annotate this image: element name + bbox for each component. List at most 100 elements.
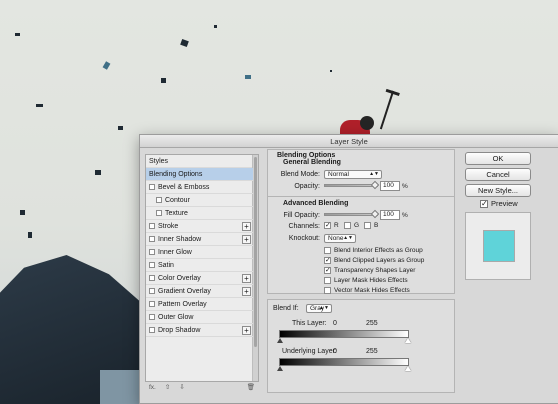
style-item-bevel-emboss[interactable]: Bevel & Emboss [146,181,253,194]
move-down-icon[interactable]: ⇩ [179,383,184,391]
checkbox-box[interactable] [344,222,351,229]
underlying-layer-white-slider[interactable] [405,366,411,371]
checkbox-box[interactable] [364,222,371,229]
style-checkbox[interactable] [156,210,162,216]
style-item-label: Drop Shadow [158,326,201,334]
rock-debris [102,61,111,70]
channel-b-checkbox[interactable]: B [364,222,378,229]
fill-opacity-label: Fill Opacity: [283,212,320,219]
cancel-button[interactable]: Cancel [465,168,531,181]
chevron-down-icon: ▲▼ [319,305,329,311]
new-style-button[interactable]: New Style... [465,184,531,197]
style-item-label: Inner Shadow [158,235,202,243]
fx-icon[interactable]: fx. [149,384,156,391]
add-instance-icon[interactable]: + [242,287,251,296]
option-label: Vector Mask Hides Effects [334,287,410,294]
preview-label: Preview [491,199,518,208]
this-layer-white-slider[interactable] [405,338,411,343]
scrollbar-thumb[interactable] [254,157,257,347]
preview-checkbox-row[interactable]: ✓ Preview [480,199,518,208]
underlying-layer-black-slider[interactable] [277,366,283,371]
advanced-blending-group: Advanced Blending Fill Opacity: 100 % Ch… [267,196,455,294]
style-checkbox[interactable] [149,288,155,294]
checkbox-box[interactable]: ✓ [324,222,331,229]
style-item-label: Bevel & Emboss [158,183,210,191]
preview-checkbox[interactable]: ✓ [480,199,488,208]
add-instance-icon[interactable]: + [242,235,251,244]
style-checkbox[interactable] [149,262,155,268]
this-layer-min: 0 [333,320,337,327]
fill-opacity-slider-handle[interactable] [370,209,380,219]
channel-g-checkbox[interactable]: G [344,222,359,229]
underlying-layer-max: 255 [366,348,378,355]
rock-debris [330,70,332,72]
option-label: Layer Mask Hides Effects [334,277,408,284]
style-item-inner-glow[interactable]: Inner Glow [146,246,253,259]
option-blend-clipped-layers-as-group-checkbox[interactable]: ✓ Blend Clipped Layers as Group [324,257,424,264]
fill-opacity-input[interactable]: 100 [380,210,400,220]
option-transparency-shapes-layer-checkbox[interactable]: ✓ Transparency Shapes Layer [324,267,415,274]
style-item-pattern-overlay[interactable]: Pattern Overlay [146,298,253,311]
style-checkbox[interactable] [149,249,155,255]
style-item-outer-glow[interactable]: Outer Glow [146,311,253,324]
general-blending-group: Blending Options General Blending Blend … [267,149,455,197]
style-checkbox[interactable] [149,236,155,242]
style-item-texture[interactable]: Texture [146,207,253,220]
style-item-drop-shadow[interactable]: Drop Shadow + [146,324,253,337]
blend-if-group: Blend If: Gray ▲▼ This Layer: 0 255 Under… [267,299,455,393]
rock-debris [214,25,217,28]
styles-header[interactable]: Styles [146,155,253,168]
underlying-layer-gradient [279,358,409,366]
checkbox-box[interactable] [324,247,331,254]
rock-debris [36,104,43,107]
styles-footer: fx. ⇧ ⇩ 🗑 [145,382,259,392]
style-item-color-overlay[interactable]: Color Overlay + [146,272,253,285]
add-instance-icon[interactable]: + [242,274,251,283]
ok-button[interactable]: OK [465,152,531,165]
trash-icon[interactable]: 🗑 [247,383,255,391]
this-layer-black-slider[interactable] [277,338,283,343]
rock-debris [95,170,101,175]
general-blending-title: General Blending [283,159,341,166]
dialog-title: Layer Style [140,135,558,148]
blend-mode-select[interactable]: Normal ▲▼ [324,170,382,179]
style-checkbox[interactable] [149,314,155,320]
option-label: Blend Interior Effects as Group [334,247,423,254]
opacity-input[interactable]: 100 [380,181,400,191]
add-instance-icon[interactable]: + [242,326,251,335]
style-checkbox[interactable] [149,223,155,229]
channel-r-checkbox[interactable]: ✓ R [324,222,339,229]
style-checkbox[interactable] [156,197,162,203]
checkbox-box[interactable]: ✓ [324,267,331,274]
move-up-icon[interactable]: ⇧ [165,383,170,391]
style-checkbox[interactable] [149,327,155,333]
style-item-gradient-overlay[interactable]: Gradient Overlay + [146,285,253,298]
channel-label: G [354,222,360,229]
option-vector-mask-hides-effects-checkbox[interactable]: Vector Mask Hides Effects [324,287,410,294]
rock-debris [15,33,20,36]
opacity-slider-handle[interactable] [370,180,380,190]
style-checkbox[interactable] [149,184,155,190]
style-item-inner-shadow[interactable]: Inner Shadow + [146,233,253,246]
style-item-blending-options[interactable]: Blending Options [146,168,253,181]
style-checkbox[interactable] [149,275,155,281]
checkbox-box[interactable]: ✓ [324,257,331,264]
ice-axe [379,90,395,130]
add-instance-icon[interactable]: + [242,222,251,231]
rock-debris [28,232,32,238]
opacity-label: Opacity: [294,183,320,190]
knockout-select[interactable]: None ▲▼ [324,234,356,243]
style-item-satin[interactable]: Satin [146,259,253,272]
styles-list: Styles Blending Options Bevel & Emboss Con… [145,154,259,382]
option-blend-interior-effects-as-group-checkbox[interactable]: Blend Interior Effects as Group [324,247,423,254]
checkbox-box[interactable] [324,277,331,284]
style-checkbox[interactable] [149,301,155,307]
style-item-label: Pattern Overlay [158,300,207,308]
option-layer-mask-hides-effects-checkbox[interactable]: Layer Mask Hides Effects [324,277,408,284]
style-item-label: Color Overlay [158,274,201,282]
this-layer-label: This Layer: [292,320,327,327]
blend-if-select[interactable]: Gray ▲▼ [306,304,332,313]
checkbox-box[interactable] [324,287,331,294]
style-item-contour[interactable]: Contour [146,194,253,207]
style-item-stroke[interactable]: Stroke + [146,220,253,233]
